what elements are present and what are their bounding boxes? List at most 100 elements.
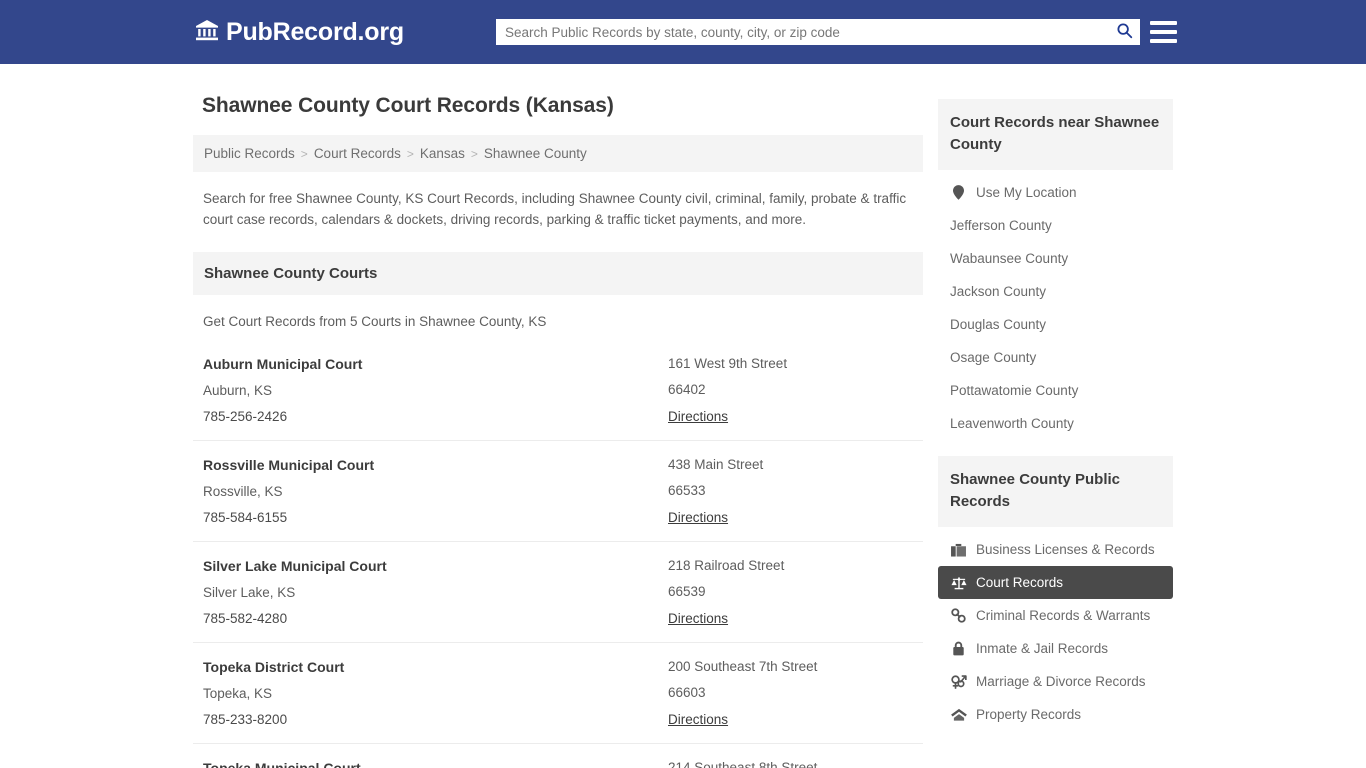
search-bar xyxy=(496,19,1140,45)
court-directions-link[interactable]: Directions xyxy=(668,611,728,626)
nearby-item-label: Use My Location xyxy=(976,185,1077,200)
public-records-item-business-licenses-records[interactable]: Business Licenses & Records xyxy=(938,533,1173,566)
sidebar: Court Records near Shawnee County Use My… xyxy=(938,84,1173,747)
site-logo-text: PubRecord.org xyxy=(226,17,404,46)
court-name-link[interactable]: Auburn Municipal Court xyxy=(203,356,668,372)
map-pin-icon xyxy=(950,185,967,200)
court-info-right: 161 West 9th Street 66402 Directions xyxy=(668,356,913,426)
hamburger-bar xyxy=(1150,20,1177,25)
nearby-item-jefferson-county[interactable]: Jefferson County xyxy=(938,209,1173,242)
hamburger-menu-icon[interactable] xyxy=(1150,18,1177,45)
public-records-item-inmate-jail-records[interactable]: Inmate & Jail Records xyxy=(938,632,1173,665)
court-name-link[interactable]: Topeka Municipal Court xyxy=(203,760,668,768)
courts-section-heading: Shawnee County Courts xyxy=(193,252,923,295)
court-phone: 785-582-4280 xyxy=(203,611,288,626)
nearby-item-label: Wabaunsee County xyxy=(950,251,1069,266)
court-row: Silver Lake Municipal Court Silver Lake, … xyxy=(193,541,923,642)
court-name-link[interactable]: Silver Lake Municipal Court xyxy=(203,558,668,574)
home-icon xyxy=(950,708,967,721)
court-info-left: Auburn Municipal Court Auburn, KS 785-256-… xyxy=(203,356,668,426)
nearby-item-pottawatomie-county[interactable]: Pottawatomie County xyxy=(938,374,1173,407)
breadcrumb-separator-icon: > xyxy=(406,146,414,161)
court-city: Topeka, KS xyxy=(203,686,273,701)
court-street: 200 Southeast 7th Street xyxy=(668,659,818,674)
scales-icon xyxy=(950,576,967,590)
nearby-item-douglas-county[interactable]: Douglas County xyxy=(938,308,1173,341)
court-city: Silver Lake, KS xyxy=(203,585,296,600)
court-row: Rossville Municipal Court Rossville, KS 78… xyxy=(193,440,923,541)
court-street: 438 Main Street xyxy=(668,457,764,472)
search-button[interactable] xyxy=(1108,19,1140,45)
public-records-heading: Shawnee County Public Records xyxy=(938,456,1173,527)
breadcrumb-item-kansas[interactable]: Kansas xyxy=(420,146,465,161)
court-zip: 66603 xyxy=(668,685,706,700)
public-records-item-label: Criminal Records & Warrants xyxy=(976,608,1151,623)
nearby-item-label: Pottawatomie County xyxy=(950,383,1079,398)
nearby-item-osage-county[interactable]: Osage County xyxy=(938,341,1173,374)
court-phone: 785-256-2426 xyxy=(203,409,288,424)
public-records-item-marriage-divorce-records[interactable]: Marriage & Divorce Records xyxy=(938,665,1173,698)
public-records-item-criminal-records-warrants[interactable]: Criminal Records & Warrants xyxy=(938,599,1173,632)
court-street: 161 West 9th Street xyxy=(668,356,788,371)
handcuffs-icon xyxy=(950,608,967,623)
court-phone: 785-584-6155 xyxy=(203,510,288,525)
nearby-item-label: Jackson County xyxy=(950,284,1047,299)
breadcrumb-item-court-records[interactable]: Court Records xyxy=(314,146,401,161)
breadcrumb-separator-icon: > xyxy=(470,146,478,161)
court-zip: 66402 xyxy=(668,382,706,397)
nearby-court-records-box: Court Records near Shawnee County Use My… xyxy=(938,99,1173,440)
courts-section-note: Get Court Records from 5 Courts in Shawn… xyxy=(203,314,547,329)
page-intro-text: Search for free Shawnee County, KS Court… xyxy=(203,191,907,227)
content-container: Shawnee County Court Records (Kansas) Pu… xyxy=(193,84,1173,768)
court-info-left: Rossville Municipal Court Rossville, KS 78… xyxy=(203,457,668,527)
court-street: 214 Southeast 8th Street xyxy=(668,760,818,768)
breadcrumb-item-shawnee-county: Shawnee County xyxy=(483,146,587,161)
public-records-item-label: Inmate & Jail Records xyxy=(976,641,1109,656)
nearby-item-label: Douglas County xyxy=(950,317,1047,332)
court-phone: 785-233-8200 xyxy=(203,712,288,727)
breadcrumb: Public Records > Court Records > Kansas … xyxy=(193,135,923,172)
public-records-item-property-records[interactable]: Property Records xyxy=(938,698,1173,731)
court-info-right: 200 Southeast 7th Street 66603 Directions xyxy=(668,659,913,729)
lock-icon xyxy=(950,641,967,656)
court-info-right: 218 Railroad Street 66539 Directions xyxy=(668,558,913,628)
site-logo-link[interactable]: PubRecord.org xyxy=(195,18,404,47)
nearby-item-leavenworth-county[interactable]: Leavenworth County xyxy=(938,407,1173,440)
bank-icon xyxy=(195,18,219,47)
court-row: Topeka District Court Topeka, KS 785-233-8… xyxy=(193,642,923,743)
court-street: 218 Railroad Street xyxy=(668,558,785,573)
nearby-item-jackson-county[interactable]: Jackson County xyxy=(938,275,1173,308)
public-records-item-label: Marriage & Divorce Records xyxy=(976,674,1146,689)
court-info-left: Topeka District Court Topeka, KS 785-233-8… xyxy=(203,659,668,729)
hamburger-bar xyxy=(1150,29,1177,34)
venus-mars-icon xyxy=(950,674,967,689)
public-records-item-label: Business Licenses & Records xyxy=(976,542,1155,557)
nearby-county-list: Use My Location Jefferson County Wabaunsee… xyxy=(938,170,1173,440)
court-zip: 66533 xyxy=(668,483,706,498)
court-directions-link[interactable]: Directions xyxy=(668,409,728,424)
public-records-item-court-records[interactable]: Court Records xyxy=(938,566,1173,599)
court-city: Auburn, KS xyxy=(203,383,273,398)
nearby-heading: Court Records near Shawnee County xyxy=(938,99,1173,170)
public-records-item-label: Property Records xyxy=(976,707,1082,722)
court-row: Topeka Municipal CourtTopeka, KS785-368-… xyxy=(193,743,923,768)
nearby-item-wabaunsee-county[interactable]: Wabaunsee County xyxy=(938,242,1173,275)
search-input[interactable] xyxy=(496,19,1108,45)
page-body: Shawnee County Court Records (Kansas) Pu… xyxy=(0,64,1366,768)
nearby-item-label: Osage County xyxy=(950,350,1037,365)
court-name-link[interactable]: Rossville Municipal Court xyxy=(203,457,668,473)
site-header: PubRecord.org xyxy=(0,0,1366,64)
court-directions-link[interactable]: Directions xyxy=(668,510,728,525)
search-icon xyxy=(1116,22,1133,42)
nearby-item-use-my-location[interactable]: Use My Location xyxy=(938,176,1173,209)
breadcrumb-item-public-records[interactable]: Public Records xyxy=(204,146,295,161)
main-column: Shawnee County Court Records (Kansas) Pu… xyxy=(193,84,923,768)
court-info-left: Topeka Municipal CourtTopeka, KS785-368-… xyxy=(203,760,668,768)
court-name-link[interactable]: Topeka District Court xyxy=(203,659,668,675)
breadcrumb-separator-icon: > xyxy=(300,146,308,161)
public-records-box: Shawnee County Public Records Business L… xyxy=(938,456,1173,731)
court-info-right: 214 Southeast 8th Street66603Directions xyxy=(668,760,913,768)
hamburger-bar xyxy=(1150,38,1177,43)
court-directions-link[interactable]: Directions xyxy=(668,712,728,727)
nearby-item-label: Jefferson County xyxy=(950,218,1052,233)
